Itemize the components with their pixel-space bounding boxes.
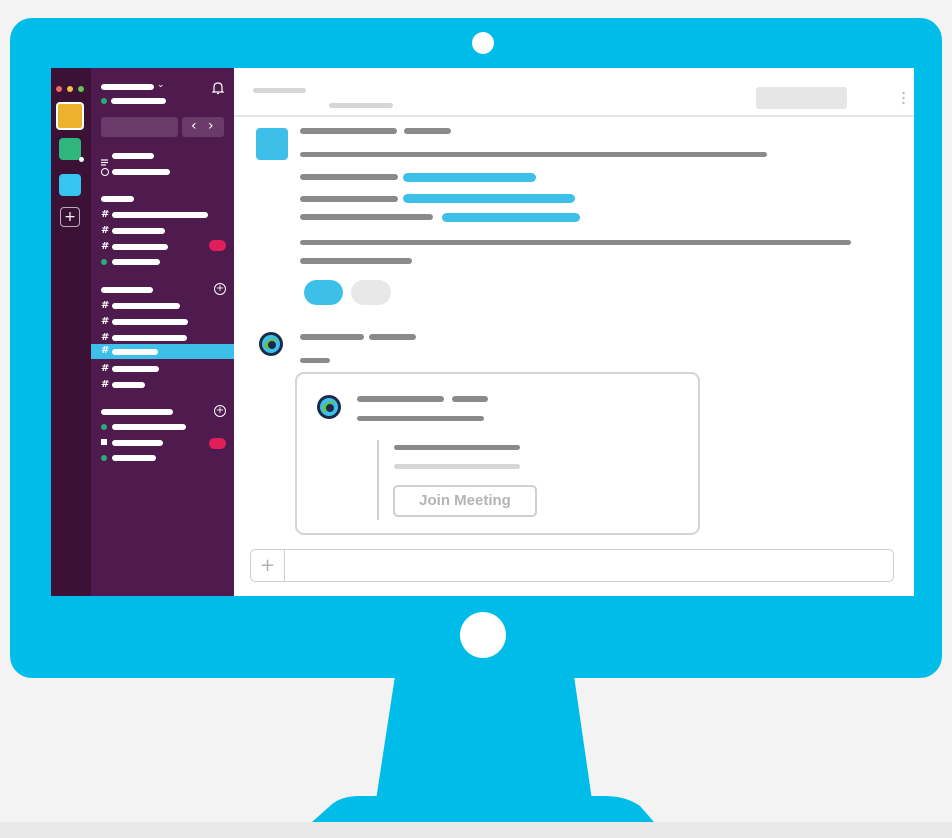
card-text bbox=[357, 416, 484, 421]
meeting-card: Join Meeting bbox=[295, 372, 700, 535]
message-timestamp bbox=[404, 128, 451, 134]
card-quote-rule bbox=[377, 440, 379, 520]
message-text bbox=[300, 358, 330, 363]
sidebar-channel[interactable] bbox=[112, 228, 165, 234]
sidebar-channel[interactable] bbox=[112, 335, 187, 341]
message-text bbox=[300, 152, 767, 157]
history-nav: ‹ › bbox=[182, 117, 224, 137]
webex-logo-icon bbox=[316, 394, 342, 420]
mentions-icon bbox=[101, 168, 109, 176]
message-link[interactable] bbox=[403, 173, 536, 182]
workspace-rail: + bbox=[51, 68, 91, 596]
header-divider bbox=[234, 115, 914, 117]
add-workspace-button[interactable]: + bbox=[60, 207, 80, 227]
sidebar-channel-label bbox=[112, 349, 158, 355]
sidebar-channel[interactable] bbox=[112, 319, 188, 325]
channel-hash-icon: # bbox=[101, 363, 110, 374]
window-close-dot[interactable] bbox=[56, 86, 62, 92]
section-header-3[interactable] bbox=[101, 409, 173, 415]
section-header-2[interactable] bbox=[101, 287, 153, 293]
status-online-dot bbox=[101, 424, 107, 430]
workspace-yellow[interactable] bbox=[56, 102, 84, 130]
sidebar-channel[interactable] bbox=[112, 244, 168, 250]
message-text bbox=[300, 258, 412, 264]
channel-title bbox=[253, 88, 306, 93]
app-square-icon bbox=[101, 439, 107, 445]
channel-hash-icon: # bbox=[101, 209, 110, 220]
search-bar[interactable] bbox=[101, 117, 178, 137]
window-minimize-dot[interactable] bbox=[67, 86, 73, 92]
plus-icon: + bbox=[64, 209, 76, 225]
message-composer[interactable]: + bbox=[250, 549, 894, 582]
channel-hash-icon: # bbox=[101, 225, 110, 236]
message-author[interactable] bbox=[300, 334, 364, 340]
reaction-pill-active[interactable] bbox=[304, 280, 343, 305]
power-button[interactable] bbox=[460, 612, 506, 658]
message-link[interactable] bbox=[442, 213, 580, 222]
app-window: + ⌄ ‹ › # # # + # # # # # # + Join Meeti… bbox=[51, 68, 914, 596]
sidebar-direct-message[interactable] bbox=[112, 259, 160, 265]
sidebar-channel[interactable] bbox=[112, 303, 180, 309]
main-pane: Join Meeting + bbox=[234, 68, 914, 596]
channel-hash-icon: # bbox=[101, 300, 110, 311]
workspace-unread-dot bbox=[79, 157, 84, 162]
card-subtitle bbox=[452, 396, 488, 402]
sidebar-direct-message[interactable] bbox=[112, 455, 156, 461]
channel-topic bbox=[329, 103, 393, 108]
status-online-dot bbox=[101, 259, 107, 265]
channel-hash-icon: # bbox=[101, 316, 110, 327]
sidebar-item-mentions[interactable] bbox=[112, 169, 170, 175]
message-text bbox=[300, 174, 398, 180]
workspace-name[interactable] bbox=[101, 84, 154, 90]
channel-hash-icon: # bbox=[101, 332, 110, 343]
message-author[interactable] bbox=[300, 128, 397, 134]
message-link[interactable] bbox=[403, 194, 575, 203]
message-text bbox=[300, 196, 398, 202]
status-online-dot bbox=[101, 455, 107, 461]
header-search-box[interactable] bbox=[756, 87, 847, 109]
forward-arrow-icon[interactable]: › bbox=[208, 119, 214, 133]
message-timestamp bbox=[369, 334, 416, 340]
attach-button[interactable]: + bbox=[251, 550, 285, 581]
avatar[interactable] bbox=[256, 128, 288, 160]
workspace-green[interactable] bbox=[59, 138, 81, 160]
message-text bbox=[300, 214, 433, 220]
channel-hash-icon: # bbox=[101, 379, 110, 390]
unread-badge bbox=[209, 438, 226, 449]
sidebar-channel[interactable] bbox=[112, 212, 208, 218]
user-name bbox=[111, 98, 166, 104]
add-channel-icon[interactable]: + bbox=[214, 283, 226, 295]
window-maximize-dot[interactable] bbox=[78, 86, 84, 92]
channel-sidebar: ⌄ ‹ › # # # + # # # # # # + bbox=[91, 68, 234, 596]
section-header-1[interactable] bbox=[101, 196, 134, 202]
webex-logo-icon[interactable] bbox=[258, 331, 284, 357]
vertical-dots-icon[interactable] bbox=[902, 91, 905, 105]
sidebar-channel[interactable] bbox=[112, 382, 145, 388]
meeting-details bbox=[394, 464, 520, 469]
webcam bbox=[472, 32, 494, 54]
threads-icon bbox=[101, 153, 108, 166]
message-text bbox=[300, 240, 851, 245]
back-arrow-icon[interactable]: ‹ bbox=[191, 119, 197, 133]
card-title bbox=[357, 396, 444, 402]
sidebar-channel-active[interactable]: # bbox=[91, 344, 234, 359]
reaction-pill[interactable] bbox=[351, 280, 391, 305]
sidebar-direct-message[interactable] bbox=[112, 440, 163, 446]
channel-hash-icon: # bbox=[101, 345, 110, 356]
unread-badge bbox=[209, 240, 226, 251]
bell-icon[interactable] bbox=[211, 81, 225, 95]
workspace-blue[interactable] bbox=[59, 174, 81, 196]
meeting-title bbox=[394, 445, 520, 450]
channel-hash-icon: # bbox=[101, 241, 110, 252]
sidebar-item-threads[interactable] bbox=[112, 153, 154, 159]
sidebar-direct-message[interactable] bbox=[112, 424, 186, 430]
join-meeting-button[interactable]: Join Meeting bbox=[393, 485, 537, 517]
chevron-down-icon[interactable]: ⌄ bbox=[157, 81, 165, 90]
add-direct-message-icon[interactable]: + bbox=[214, 405, 226, 417]
sidebar-channel[interactable] bbox=[112, 366, 159, 372]
plus-icon: + bbox=[259, 555, 276, 576]
status-online-dot bbox=[101, 98, 107, 104]
